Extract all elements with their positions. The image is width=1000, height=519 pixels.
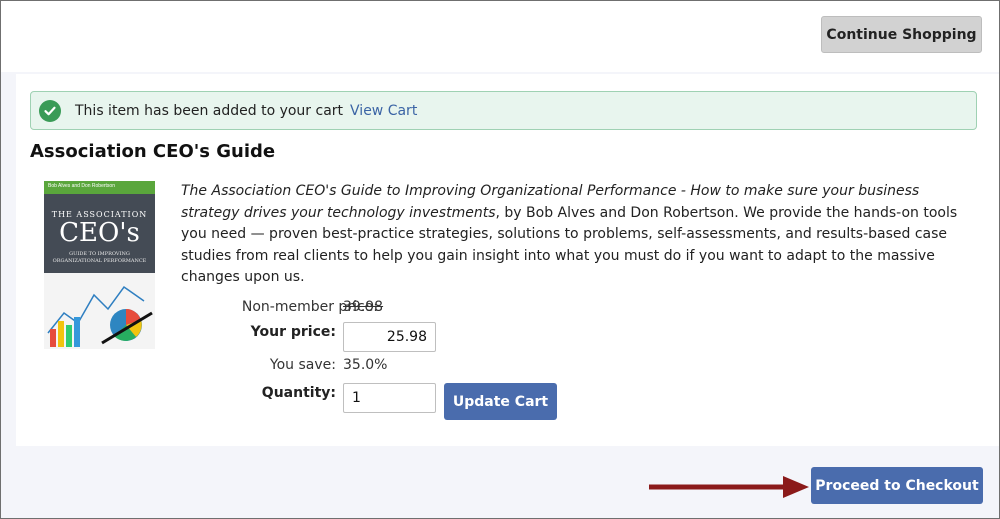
cover-authors: Bob Alves and Don Robertson — [48, 183, 115, 189]
cover-title-line2: CEO's — [59, 218, 140, 248]
quantity-input[interactable]: 1 — [343, 383, 436, 413]
continue-shopping-button[interactable]: Continue Shopping — [821, 16, 982, 53]
product-title: Association CEO's Guide — [30, 141, 276, 162]
cover-chart-illustration — [44, 273, 155, 349]
update-cart-button[interactable]: Update Cart — [444, 383, 557, 420]
proceed-to-checkout-button[interactable]: Proceed to Checkout — [811, 467, 983, 504]
your-price-label: Your price: — [250, 324, 336, 340]
cart-added-alert: This item has been added to your cart Vi… — [30, 91, 977, 130]
product-description: The Association CEO's Guide to Improving… — [181, 181, 961, 289]
alert-message: This item has been added to your cart — [75, 102, 344, 119]
you-save-label: You save: — [269, 357, 336, 373]
arrow-right-icon — [649, 476, 809, 498]
nonmember-price-value: 39.98 — [343, 299, 384, 315]
view-cart-link[interactable]: View Cart — [350, 103, 417, 119]
you-save-value: 35.0% — [343, 357, 388, 373]
your-price-field[interactable]: 25.98 — [343, 322, 436, 352]
book-cover-image: Bob Alves and Don Robertson THE ASSOCIAT… — [44, 181, 155, 349]
check-circle-icon — [39, 99, 61, 122]
cover-subtitle: GUIDE TO IMPROVING ORGANIZATIONAL PERFOR… — [52, 251, 147, 264]
quantity-label: Quantity: — [261, 385, 336, 401]
